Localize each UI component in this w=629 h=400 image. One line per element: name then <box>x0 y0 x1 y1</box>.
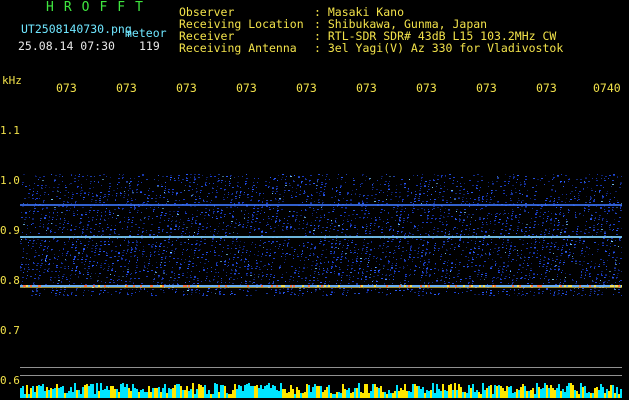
meteor-count: 119 <box>139 39 160 53</box>
spectrogram-canvas <box>20 174 622 398</box>
freq-tick: 1.1 <box>0 124 20 137</box>
y-axis-unit: kHz <box>2 74 22 87</box>
freq-tick: 0.9 <box>0 224 20 237</box>
antenna-value: : 3el Yagi(V) Az 330 for Vladivostok <box>314 41 564 55</box>
freq-tick: 1.0 <box>0 174 20 187</box>
detection-tag: meteor <box>125 26 167 40</box>
time-tick: 073 <box>176 81 197 95</box>
spectrogram-panel <box>20 96 622 398</box>
time-tick: 073 <box>356 81 377 95</box>
time-tick: 0740 <box>593 81 621 95</box>
app-brand: HROFFT <box>46 0 153 15</box>
file-name: UT2508140730.png <box>21 22 132 36</box>
time-tick: 073 <box>296 81 317 95</box>
freq-tick: 0.8 <box>0 274 20 287</box>
antenna-label: Receiving Antenna <box>179 41 297 55</box>
capture-datetime: 25.08.14 07:30 <box>18 39 115 53</box>
time-tick: 073 <box>116 81 137 95</box>
freq-tick: 0.7 <box>0 324 20 337</box>
time-tick: 073 <box>56 81 77 95</box>
time-tick: 073 <box>476 81 497 95</box>
time-tick: 073 <box>416 81 437 95</box>
time-tick: 073 <box>536 81 557 95</box>
freq-tick: 0.6 <box>0 374 20 387</box>
time-tick: 073 <box>236 81 257 95</box>
